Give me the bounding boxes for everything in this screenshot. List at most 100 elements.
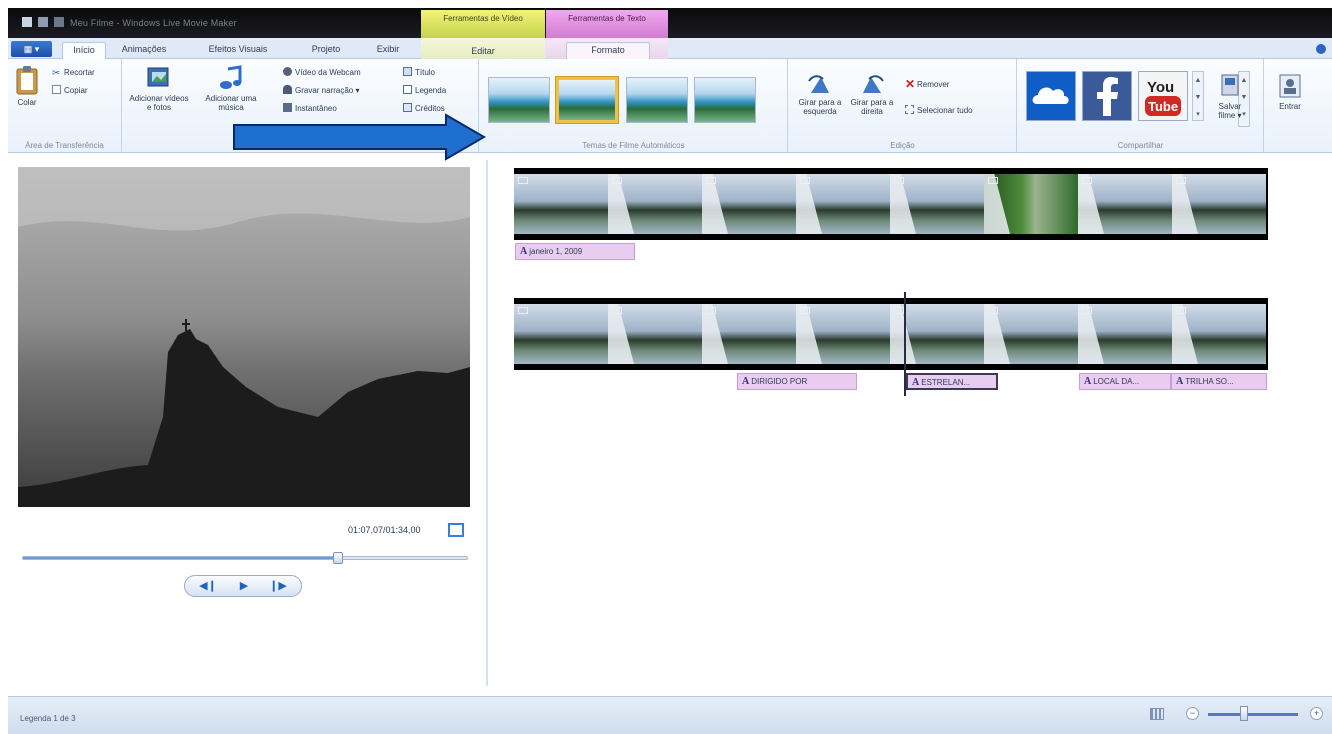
paste-label: Colar <box>17 98 37 107</box>
video-clip-thumbnail[interactable] <box>984 174 1078 234</box>
filmstrip-photo-icon <box>147 67 169 87</box>
remove-label: Remover <box>917 80 950 89</box>
add-videos-photos-label: Adicionar vídeos e fotos <box>129 94 189 112</box>
video-clip-thumbnail[interactable] <box>1078 304 1172 364</box>
video-clip-thumbnail[interactable] <box>984 304 1078 364</box>
file-menu-button[interactable]: ▦ ▾ <box>11 41 52 57</box>
next-frame-button[interactable]: ❙▶ <box>263 578 293 594</box>
zoom-slider[interactable] <box>1208 713 1298 716</box>
video-clip-thumbnail[interactable] <box>796 174 890 234</box>
caption-clip[interactable]: A TRILHA SO... <box>1171 373 1267 390</box>
remove-button[interactable]: ✕ Remover <box>905 78 950 91</box>
cut-label: Recortar <box>64 68 95 77</box>
theme-thumbnail[interactable] <box>694 77 756 123</box>
tab-efeitos-visuais[interactable]: Efeitos Visuais <box>200 42 276 59</box>
caption-clip[interactable]: Ajaneiro 1, 2009 <box>515 243 635 260</box>
help-icon[interactable] <box>1316 44 1326 54</box>
theme-thumbnail-selected[interactable] <box>556 77 618 123</box>
facebook-button[interactable] <box>1082 71 1132 121</box>
blue-arrow-annotation <box>233 113 486 161</box>
rotate-left-button[interactable]: Girar para a esquerda <box>797 73 843 116</box>
play-button[interactable]: ▶ <box>229 578 259 594</box>
narration-label: Gravar narração <box>295 86 354 95</box>
tab-formato[interactable]: Formato <box>546 38 668 59</box>
tab-exibir[interactable]: Exibir <box>362 42 414 59</box>
tab-inicio[interactable]: Início <box>62 42 106 59</box>
fullscreen-button[interactable] <box>448 523 464 537</box>
video-clip-thumbnail[interactable] <box>1078 174 1172 234</box>
snapshot-label: Instantâneo <box>295 104 337 113</box>
title-label: Título <box>415 68 436 77</box>
onedrive-button[interactable] <box>1026 71 1076 121</box>
music-note-icon <box>220 65 242 89</box>
text-caption-icon: A <box>520 246 528 257</box>
sign-in-button[interactable]: Entrar <box>1270 73 1310 111</box>
video-preview[interactable] <box>18 167 470 507</box>
redo-icon[interactable] <box>54 17 64 27</box>
video-clip-thumbnail[interactable] <box>514 304 608 364</box>
video-clip-thumbnail[interactable] <box>1172 174 1266 234</box>
video-clip-thumbnail[interactable] <box>514 174 608 234</box>
text-caption-icon: A <box>1084 376 1092 387</box>
video-clip-thumbnail[interactable] <box>702 304 796 364</box>
video-clip-thumbnail[interactable] <box>1172 304 1266 364</box>
rotate-right-button[interactable]: Girar para a direita <box>849 73 895 116</box>
webcam-video-button[interactable]: Vídeo da Webcam <box>283 67 361 79</box>
save-movie-icon <box>1221 74 1239 96</box>
video-clip-thumbnail[interactable] <box>890 174 984 234</box>
youtube-button[interactable]: You Tube <box>1138 71 1188 121</box>
zoom-out-button[interactable]: − <box>1186 707 1199 720</box>
title-icon <box>403 67 412 76</box>
add-videos-photos-button[interactable]: Adicionar vídeos e fotos <box>129 65 189 112</box>
tab-animacoes[interactable]: Animações <box>112 42 176 59</box>
share-gallery-scroll[interactable]: ▲ ▼ ▾ <box>1192 71 1204 121</box>
theme-thumbnail[interactable] <box>626 77 688 123</box>
caption-clip[interactable]: A DIRIGIDO POR <box>737 373 857 390</box>
paste-icon <box>16 66 38 95</box>
seek-slider[interactable] <box>22 552 468 564</box>
undo-icon[interactable] <box>38 17 48 27</box>
svg-text:You: You <box>1147 79 1174 96</box>
group-themes: ▲ ▼ ▾ Temas de Filme Automáticos <box>480 59 1250 153</box>
seek-slider-thumb[interactable] <box>333 552 344 564</box>
caption-clip-selected[interactable]: A ESTRELAN... <box>906 373 998 390</box>
title-button[interactable]: Título <box>403 67 435 79</box>
previous-frame-button[interactable]: ◀❙ <box>193 578 223 594</box>
thumbnail-size-icon[interactable] <box>1150 708 1164 720</box>
caption-button[interactable]: Legenda <box>403 85 446 97</box>
playhead[interactable] <box>904 292 906 396</box>
window-title: Meu Filme - Windows Live Movie Maker <box>70 18 237 28</box>
paste-button[interactable]: Colar <box>12 65 42 107</box>
save-movie-button[interactable]: Salvar filme ▾ <box>1210 73 1250 120</box>
video-clip-thumbnail[interactable] <box>608 304 702 364</box>
video-clip-thumbnail[interactable] <box>608 174 702 234</box>
video-clip-thumbnail[interactable] <box>702 174 796 234</box>
ribbon: Colar ✂ Recortar Copiar Área de Transferê… <box>8 59 1332 153</box>
tab-editar[interactable]: Editar <box>421 38 545 59</box>
video-clip-thumbnail[interactable] <box>796 304 890 364</box>
zoom-in-button[interactable]: + <box>1310 707 1323 720</box>
youtube-icon: You Tube <box>1145 79 1181 116</box>
copy-button[interactable]: Copiar <box>52 85 88 97</box>
copy-label: Copiar <box>64 86 88 95</box>
group-label-share: Compartilhar <box>1117 141 1164 150</box>
zoom-slider-thumb[interactable] <box>1240 706 1248 721</box>
save-movie-label: Salvar filme <box>1218 102 1242 120</box>
group-label-clipboard: Área de Transferência <box>25 141 104 150</box>
cloud-icon <box>1032 87 1069 104</box>
select-all-button[interactable]: Selecionar tudo <box>905 105 973 117</box>
save-icon[interactable] <box>22 17 32 27</box>
copy-icon <box>52 85 61 94</box>
add-music-button[interactable]: Adicionar uma música <box>201 65 261 112</box>
caption-icon <box>403 85 412 94</box>
caption-text: TRILHA SO... <box>1185 377 1234 386</box>
rotate-left-label: Girar para a esquerda <box>798 98 842 116</box>
rotate-left-icon <box>808 75 829 93</box>
cut-button[interactable]: ✂ Recortar <box>52 67 95 79</box>
tab-projeto[interactable]: Projeto <box>298 42 354 59</box>
theme-thumbnail[interactable] <box>488 77 550 123</box>
context-header-text-tools: Ferramentas de Texto <box>546 10 668 38</box>
record-narration-button[interactable]: Gravar narração ▾ <box>283 85 360 97</box>
pane-splitter[interactable] <box>486 160 488 686</box>
caption-clip[interactable]: A LOCAL DA... <box>1079 373 1171 390</box>
